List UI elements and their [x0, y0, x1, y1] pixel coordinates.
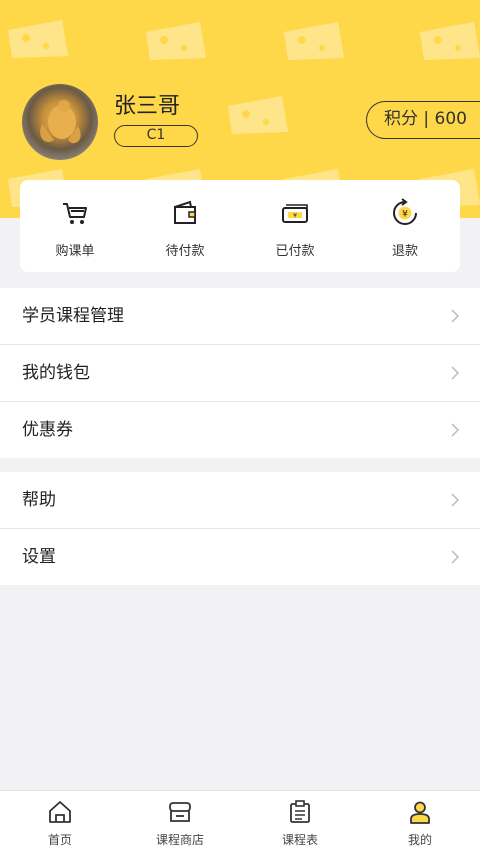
home-icon	[49, 801, 71, 823]
order-item-pending-payment[interactable]: 待付款	[130, 180, 240, 272]
bottom-tab-bar: 首页 课程商店 课程表 我的	[0, 790, 480, 854]
cheese-pattern-icon	[284, 22, 344, 60]
menu-item-coupons[interactable]: 优惠券	[0, 402, 480, 458]
menu-group-secondary: 帮助 设置	[0, 472, 480, 585]
avatar[interactable]	[22, 84, 98, 160]
menu-item-settings[interactable]: 设置	[0, 529, 480, 585]
order-item-refund[interactable]: ¥ 退款	[350, 180, 460, 272]
chevron-right-icon	[451, 366, 460, 380]
menu-item-label: 我的钱包	[22, 363, 90, 383]
order-item-label: 待付款	[165, 244, 205, 259]
avatar-photo-icon	[40, 100, 81, 144]
tab-label: 课程表	[281, 833, 318, 847]
order-item-label: 已付款	[275, 244, 315, 259]
refund-icon: ¥	[393, 198, 417, 225]
menu-item-help[interactable]: 帮助	[0, 472, 480, 529]
tab-label: 首页	[47, 833, 72, 847]
wallet-icon	[174, 200, 196, 224]
tab-label: 课程商店	[155, 833, 204, 847]
points-badge[interactable]: 积分 | 600	[366, 101, 480, 139]
store-icon	[169, 802, 191, 822]
svg-text:¥: ¥	[402, 210, 408, 220]
order-item-label: 购课单	[55, 244, 95, 259]
chevron-right-icon	[451, 493, 460, 507]
order-shortcuts-card: 购课单 待付款 ¥ 已付款 ¥ 退款	[20, 180, 460, 272]
cheese-pattern-icon	[146, 22, 206, 60]
menu-item-wallet[interactable]: 我的钱包	[0, 345, 480, 402]
order-item-paid[interactable]: ¥ 已付款	[240, 180, 350, 272]
cheese-pattern-icon	[228, 96, 288, 134]
tab-schedule[interactable]: 课程表	[240, 791, 360, 854]
tab-course-store[interactable]: 课程商店	[120, 791, 240, 854]
order-item-cart[interactable]: 购课单	[20, 180, 130, 272]
menu-item-label: 帮助	[22, 490, 56, 510]
menu-item-label: 学员课程管理	[22, 306, 124, 326]
menu-group-main: 学员课程管理 我的钱包 优惠券	[0, 288, 480, 458]
menu-item-course-management[interactable]: 学员课程管理	[0, 288, 480, 345]
chevron-right-icon	[451, 423, 460, 437]
user-icon	[410, 801, 430, 824]
svg-text:¥: ¥	[293, 213, 297, 220]
menu-item-label: 优惠券	[22, 420, 73, 440]
cheese-pattern-icon	[8, 20, 68, 58]
username: 张三哥	[114, 94, 181, 119]
shopping-cart-icon	[63, 203, 87, 224]
tab-label: 我的	[407, 833, 432, 847]
cash-icon: ¥	[282, 204, 308, 223]
cheese-pattern-icon	[420, 22, 480, 60]
chevron-right-icon	[451, 550, 460, 564]
order-item-label: 退款	[391, 244, 418, 259]
level-badge: C1	[114, 125, 198, 147]
tab-me[interactable]: 我的	[360, 791, 480, 854]
tab-home[interactable]: 首页	[0, 791, 120, 854]
menu-item-label: 设置	[22, 547, 56, 567]
schedule-icon	[290, 800, 310, 823]
chevron-right-icon	[451, 309, 460, 323]
